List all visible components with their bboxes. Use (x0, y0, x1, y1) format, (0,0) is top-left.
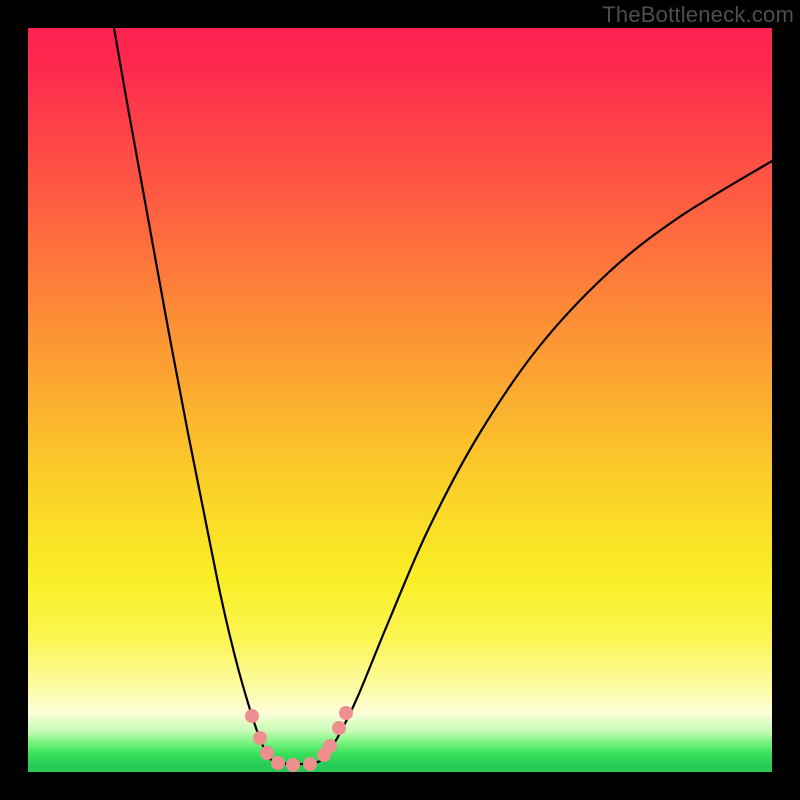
valley-dot (323, 739, 337, 753)
bottleneck-curve (114, 28, 772, 764)
valley-dot (339, 706, 353, 720)
chart-frame: TheBottleneck.com (0, 0, 800, 800)
valley-dot (332, 721, 346, 735)
watermark-text: TheBottleneck.com (602, 2, 794, 28)
valley-dot (303, 757, 317, 771)
valley-dot (245, 709, 259, 723)
valley-dot (271, 756, 285, 770)
plot-area (28, 28, 772, 772)
valley-dot (253, 731, 267, 745)
curve-svg (28, 28, 772, 772)
valley-dot (286, 758, 300, 772)
valley-dot (260, 746, 274, 760)
